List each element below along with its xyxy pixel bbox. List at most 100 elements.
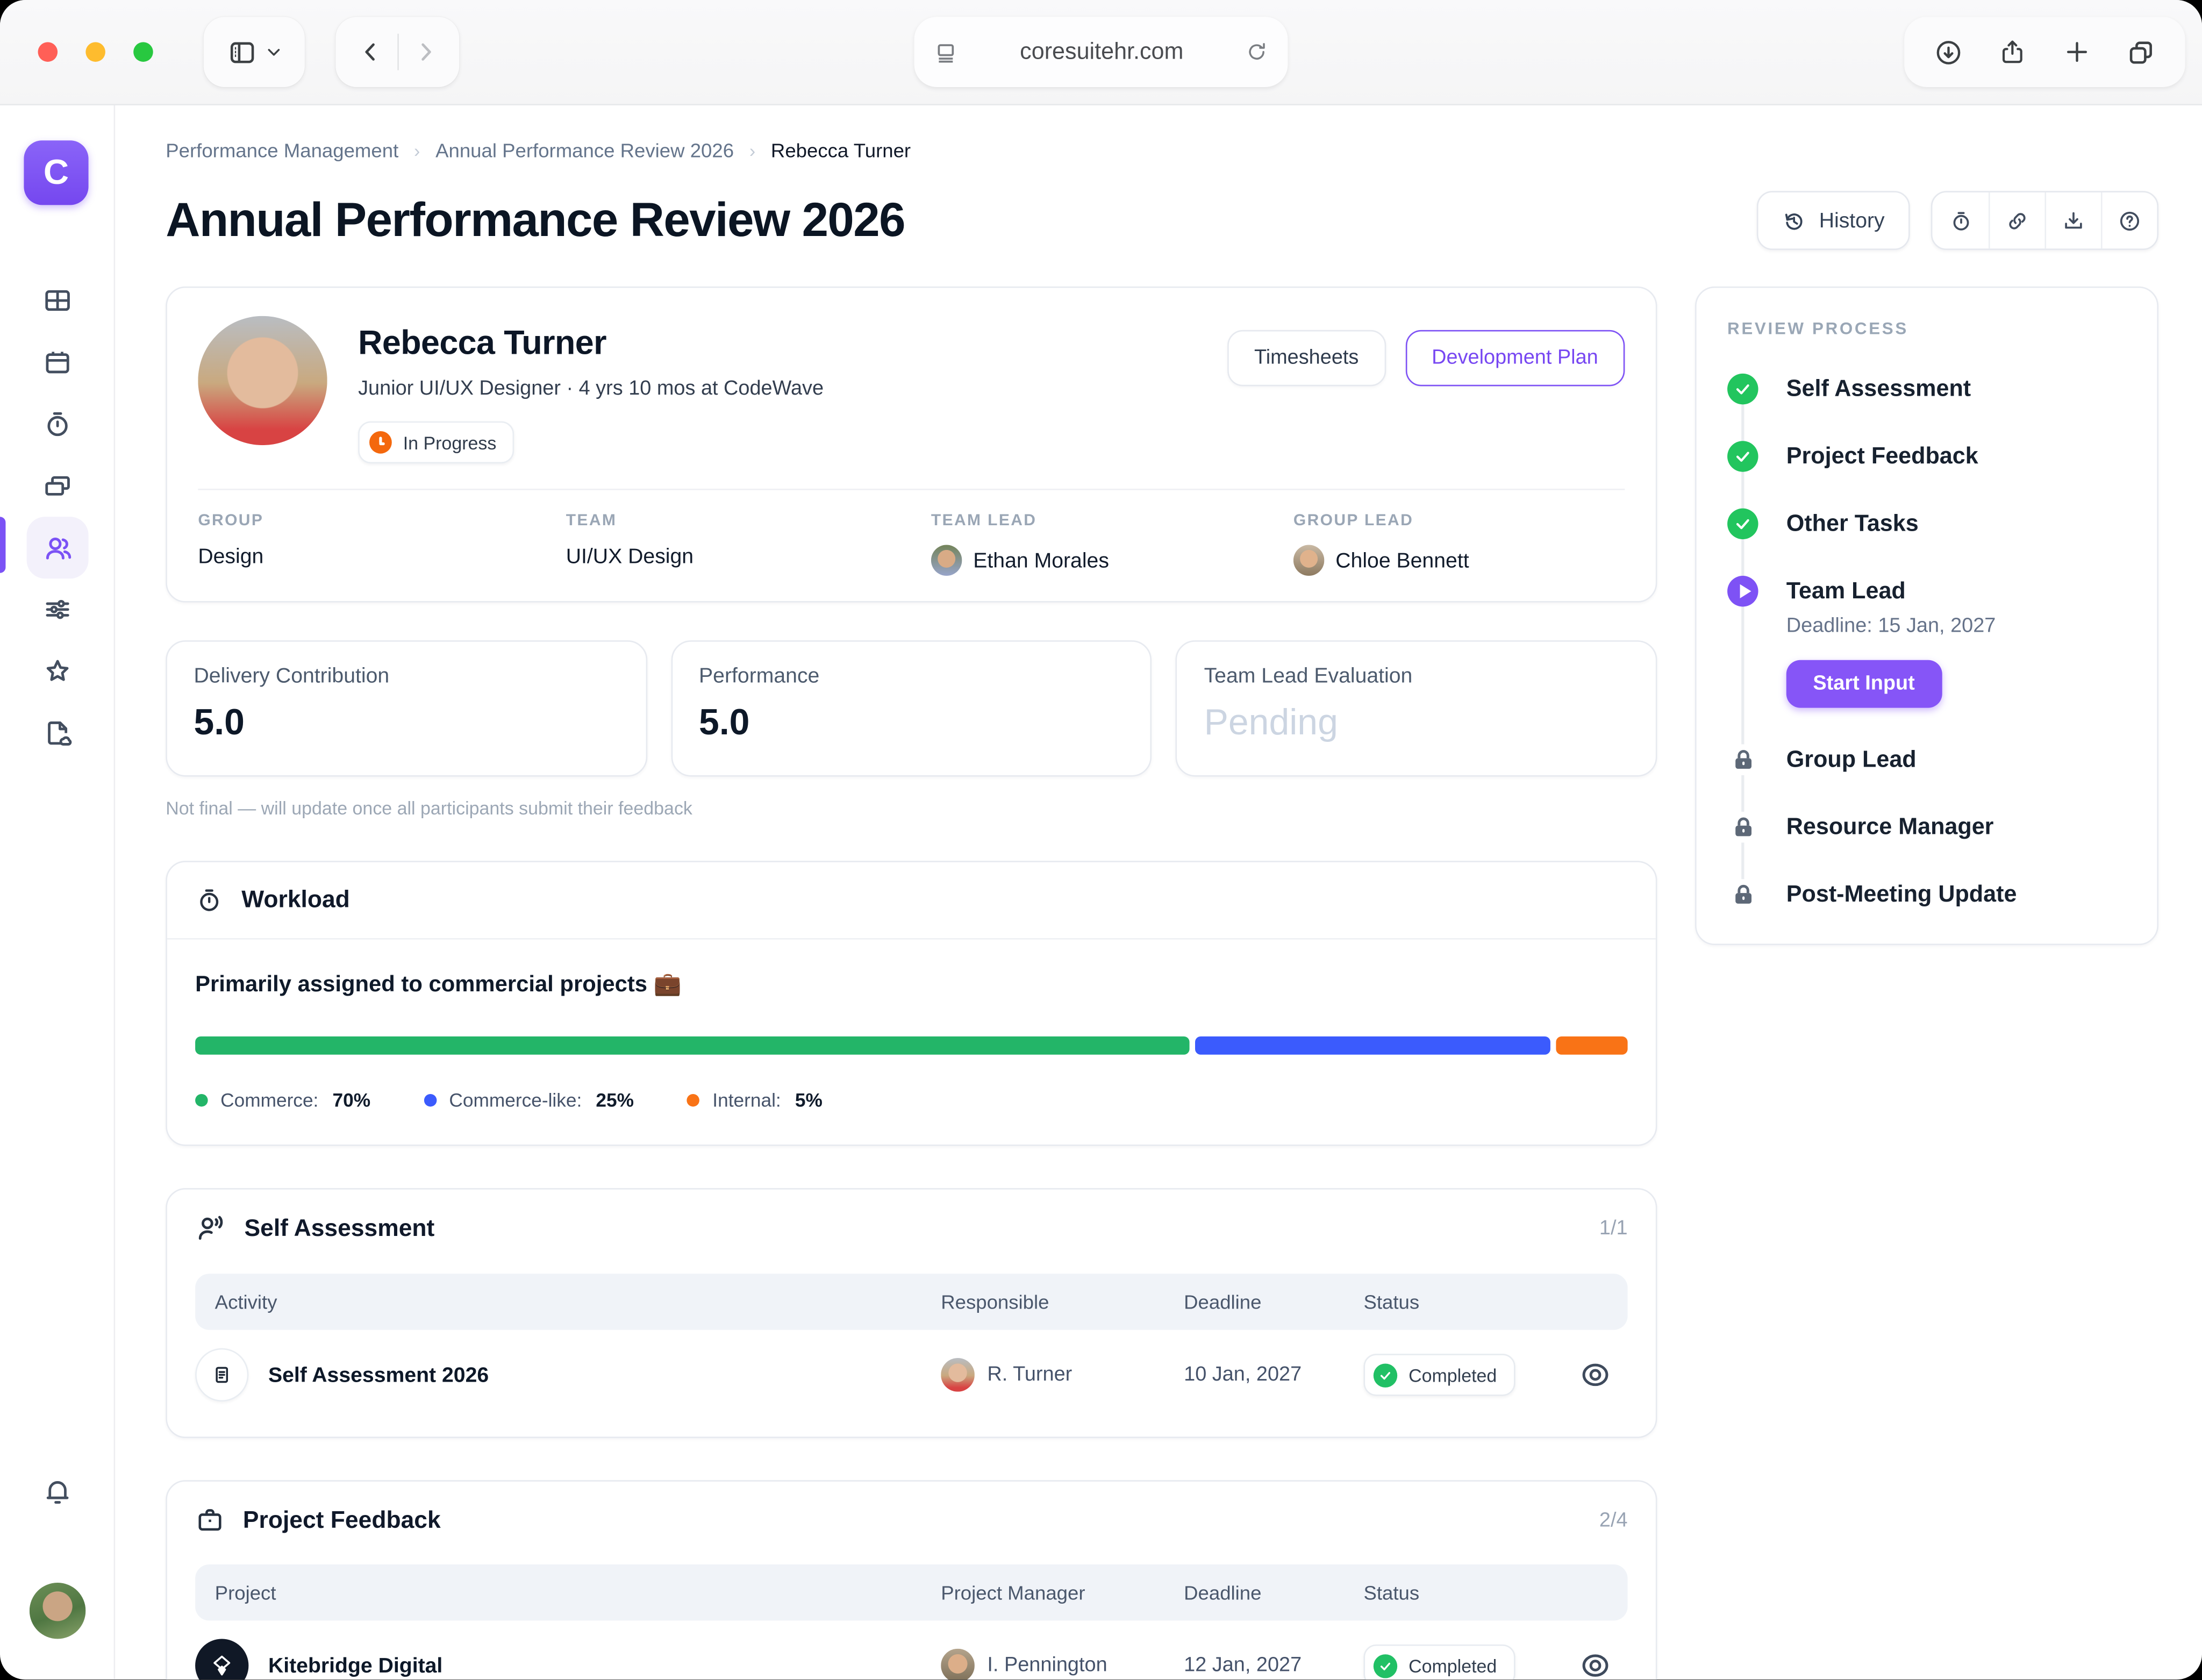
team-lead-name: Ethan Morales: [973, 548, 1109, 572]
sidebar-item-dashboard[interactable]: [27, 270, 89, 332]
sidebar-item-people[interactable]: [27, 517, 89, 578]
sidebar-item-timer[interactable]: [27, 393, 89, 455]
score-card-delivery: Delivery Contribution 5.0: [166, 640, 647, 776]
notifications-bell[interactable]: [27, 1461, 89, 1522]
workload-caption: Primarily assigned to commercial project…: [195, 970, 1627, 998]
field-label: GROUP LEAD: [1293, 512, 1625, 529]
history-icon: [1783, 209, 1806, 232]
score-card-team-lead: Team Lead Evaluation Pending: [1176, 640, 1657, 776]
downloads-icon[interactable]: [1933, 37, 1963, 67]
chrome-actions: [1904, 17, 2185, 87]
breadcrumb-performance-management[interactable]: Performance Management: [166, 139, 398, 162]
eye-icon: [1578, 1649, 1612, 1679]
table-row[interactable]: Self Assessment 2026 R. Turner 10 Jan, 2…: [195, 1330, 1627, 1422]
score-cards: Delivery Contribution 5.0 Performance 5.…: [166, 640, 1657, 776]
minimize-window-button[interactable]: [85, 42, 105, 62]
tab-overview-icon[interactable]: [2127, 37, 2156, 67]
employee-avatar: [198, 316, 327, 445]
legend-value: 5%: [795, 1090, 823, 1111]
responsible-name: R. Turner: [987, 1363, 1072, 1386]
timer-tool-button[interactable]: [1932, 191, 1988, 250]
sliders-icon: [42, 594, 73, 625]
bar-segment-commerce-like: [1196, 1036, 1551, 1055]
share-icon[interactable]: [1999, 38, 2027, 66]
new-tab-icon[interactable]: [2063, 38, 2091, 66]
download-button[interactable]: [2044, 191, 2100, 250]
score-value: 5.0: [194, 701, 619, 745]
workload-card: Workload Primarily assigned to commercia…: [166, 861, 1657, 1146]
col-project-manager: Project Manager: [941, 1581, 1184, 1604]
start-input-button[interactable]: Start Input: [1786, 660, 1942, 708]
bar-segment-internal: [1556, 1036, 1627, 1055]
sidebar-item-projects[interactable]: [27, 455, 89, 517]
check-icon: [1374, 1363, 1397, 1386]
step-label: Post-Meeting Update: [1786, 879, 2017, 910]
score-label: Performance: [699, 664, 1124, 688]
forward-button[interactable]: [412, 39, 438, 65]
col-status: Status: [1363, 1291, 1563, 1313]
step-group-lead: Group Lead: [1727, 744, 2126, 775]
field-label: TEAM: [566, 512, 931, 529]
manager-avatar: [941, 1649, 975, 1679]
legend-item-internal: Internal: 5%: [687, 1090, 823, 1111]
divider: [397, 34, 398, 70]
field-label: TEAM LEAD: [931, 512, 1293, 529]
zoom-window-button[interactable]: [133, 42, 153, 62]
traffic-lights: [38, 42, 153, 62]
step-project-feedback: Project Feedback: [1727, 441, 2126, 471]
step-label: Resource Manager: [1786, 812, 1994, 842]
help-button[interactable]: [2101, 191, 2157, 250]
breadcrumb-review[interactable]: Annual Performance Review 2026: [435, 139, 734, 162]
app-sidebar: C: [0, 105, 115, 1679]
address-bar[interactable]: coresuitehr.com: [914, 17, 1288, 87]
col-deadline: Deadline: [1184, 1581, 1363, 1604]
app-logo[interactable]: C: [24, 140, 88, 205]
step-label: Group Lead: [1786, 744, 1917, 775]
sidebar-item-settings[interactable]: [27, 578, 89, 640]
chevron-right-icon: ›: [749, 140, 755, 161]
field-value: UI/UX Design: [566, 545, 931, 569]
history-button[interactable]: History: [1757, 191, 1910, 250]
sidebar-item-calendar[interactable]: [27, 331, 89, 393]
bar-segment-commerce: [195, 1036, 1190, 1055]
review-process-panel: REVIEW PROCESS Self Assessment Project F…: [1695, 287, 2158, 945]
col-project: Project: [195, 1581, 941, 1604]
col-responsible: Responsible: [941, 1291, 1184, 1313]
sidebar-item-reports[interactable]: [27, 702, 89, 764]
legend-item-commerce: Commerce: 70%: [195, 1090, 370, 1111]
sidebar-toggle-button[interactable]: [204, 17, 305, 87]
field-team-lead: TEAM LEAD Ethan Morales: [931, 512, 1293, 576]
self-assessment-count: 1/1: [1599, 1218, 1628, 1240]
nav-buttons: [335, 17, 459, 87]
table-header: Activity Responsible Deadline Status: [195, 1274, 1627, 1329]
development-plan-button[interactable]: Development Plan: [1405, 330, 1625, 386]
field-value: Design: [198, 545, 566, 569]
employee-card: Rebecca Turner Junior UI/UX Designer · 4…: [166, 287, 1657, 603]
legend-label: Commerce-like:: [449, 1090, 582, 1111]
step-team-lead: Team Lead Deadline: 15 Jan, 2027 Start I…: [1727, 576, 2126, 708]
field-value: Chloe Bennett: [1293, 545, 1625, 576]
project-feedback-card: Project Feedback 2/4 Project Project Man…: [166, 1480, 1657, 1679]
eye-icon: [1578, 1358, 1612, 1392]
legend-value: 70%: [332, 1090, 370, 1111]
project-name: Kitebridge Digital: [268, 1654, 442, 1677]
active-nav-indicator: [0, 517, 5, 573]
deadline-cell: 12 Jan, 2027: [1184, 1654, 1363, 1677]
table-row[interactable]: Kitebridge Digital I. Pennington 12 Jan,…: [195, 1621, 1627, 1680]
timesheets-button[interactable]: Timesheets: [1227, 330, 1385, 386]
back-button[interactable]: [358, 39, 383, 65]
col-deadline: Deadline: [1184, 1291, 1363, 1313]
copy-link-button[interactable]: [1989, 191, 2044, 250]
status-cell: Completed: [1363, 1645, 1563, 1679]
current-user-avatar[interactable]: [30, 1583, 85, 1639]
step-other-tasks: Other Tasks: [1727, 509, 2126, 539]
legend-label: Internal:: [712, 1090, 781, 1111]
view-button[interactable]: [1563, 1358, 1627, 1392]
view-button[interactable]: [1563, 1649, 1627, 1679]
deadline-cell: 10 Jan, 2027: [1184, 1363, 1363, 1386]
sidebar-item-favorites[interactable]: [27, 640, 89, 702]
close-window-button[interactable]: [38, 42, 58, 62]
refresh-icon[interactable]: [1246, 41, 1268, 63]
check-circle-icon: [1727, 509, 1758, 539]
breadcrumb: Performance Management › Annual Performa…: [166, 139, 2158, 162]
